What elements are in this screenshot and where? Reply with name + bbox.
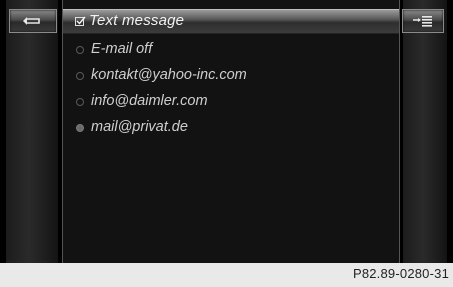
figure-caption: P82.89-0280-31 — [352, 266, 449, 281]
option-label: E-mail off — [91, 41, 153, 57]
right-sidebar — [402, 0, 447, 263]
options-panel: Text message E-mail off kontakt@yahoo-in… — [62, 0, 400, 263]
infotainment-screen: Text message E-mail off kontakt@yahoo-in… — [0, 0, 453, 263]
radio-button-selected-icon — [76, 124, 84, 132]
option-mail-privat[interactable]: mail@privat.de — [63, 118, 399, 142]
list-menu-icon — [413, 16, 432, 27]
option-kontakt[interactable]: kontakt@yahoo-inc.com — [63, 66, 399, 90]
left-sidebar — [6, 0, 58, 263]
option-info[interactable]: info@daimler.com — [63, 92, 399, 116]
option-label: kontakt@yahoo-inc.com — [91, 67, 247, 83]
option-label: info@daimler.com — [91, 93, 208, 109]
panel-header: Text message — [63, 9, 399, 34]
option-label: mail@privat.de — [91, 119, 188, 135]
back-button[interactable] — [9, 9, 57, 33]
option-email-off[interactable]: E-mail off — [63, 40, 399, 64]
checkbox-icon — [75, 14, 86, 32]
radio-button-icon — [76, 72, 84, 80]
radio-button-icon — [76, 98, 84, 106]
menu-button[interactable] — [402, 9, 444, 33]
back-arrow-icon — [23, 17, 40, 25]
radio-button-icon — [76, 46, 84, 54]
panel-title: Text message — [89, 12, 185, 29]
